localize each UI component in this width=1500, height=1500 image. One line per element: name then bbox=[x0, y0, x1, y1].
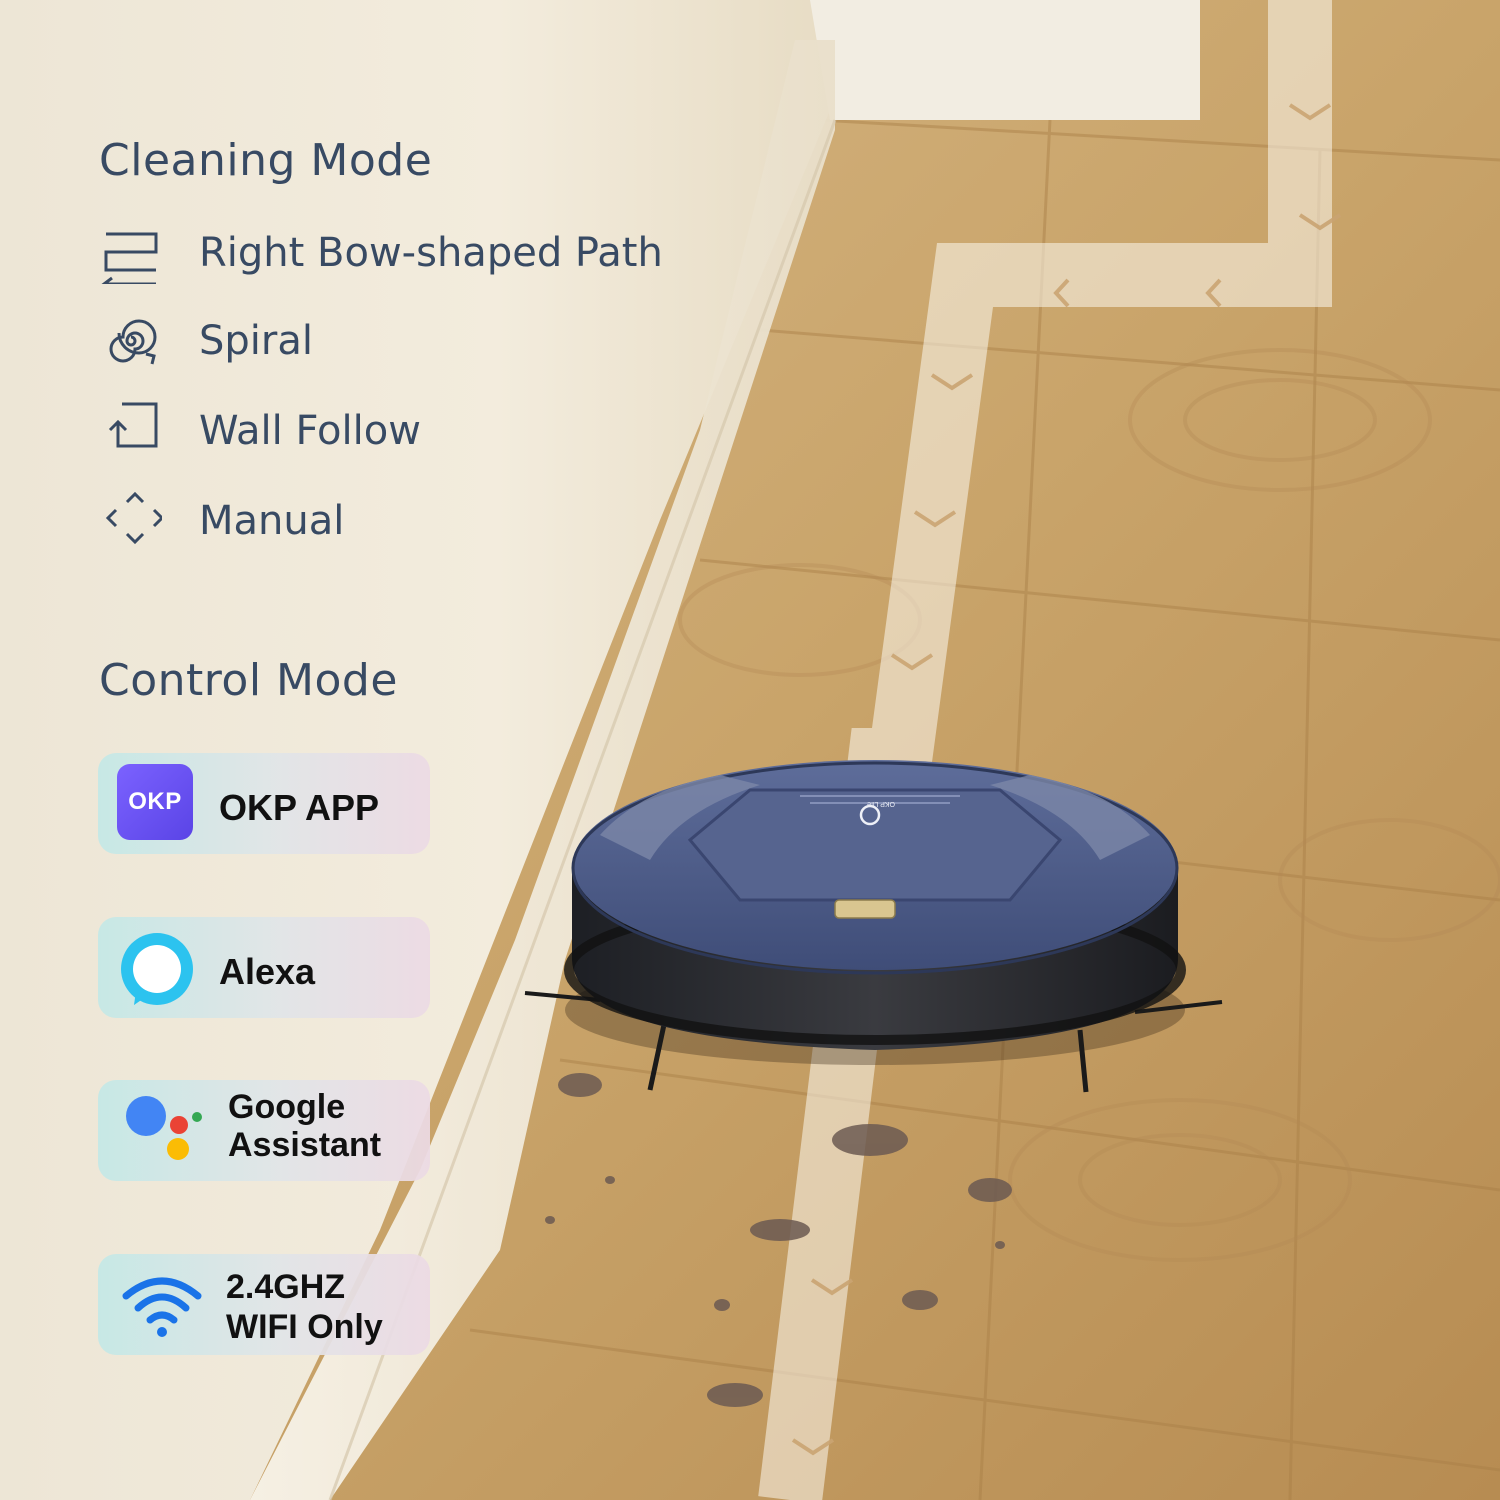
mode-item-spiral: Spiral bbox=[100, 310, 700, 380]
robot-brand-text: OKP Life bbox=[867, 800, 895, 807]
control-label-alexa: Alexa bbox=[219, 951, 316, 992]
bow-path-icon bbox=[101, 232, 158, 284]
mode-item-manual: Manual bbox=[100, 490, 700, 560]
mode-item-bow-path: Right Bow-shaped Path bbox=[100, 222, 700, 292]
spiral-icon bbox=[109, 319, 157, 365]
control-mode-title: Control Mode bbox=[99, 655, 398, 706]
wall-corner bbox=[810, 0, 1200, 120]
control-label-wifi-line1: 2.4GHZ bbox=[226, 1268, 346, 1306]
okp-app-logo: OKP bbox=[117, 764, 193, 840]
control-label-google-line2: Assistant bbox=[228, 1126, 382, 1164]
control-label-google-line1: Google bbox=[228, 1088, 346, 1126]
control-label-okp-app: OKP APP bbox=[219, 787, 380, 828]
mode-label-bow-path: Right Bow-shaped Path bbox=[199, 230, 663, 276]
manual-direction-icon bbox=[105, 491, 162, 545]
wifi-icon bbox=[122, 1277, 202, 1337]
google-assistant-icon bbox=[126, 1096, 202, 1160]
control-card-wifi: 2.4GHZ WIFI Only bbox=[98, 1254, 430, 1355]
control-card-alexa: Alexa bbox=[98, 917, 430, 1018]
mode-label-manual: Manual bbox=[199, 498, 345, 544]
wall-follow-icon bbox=[108, 402, 158, 448]
control-card-okp-app: OKP OKP APP bbox=[98, 753, 430, 854]
control-card-google-assistant: Google Assistant bbox=[98, 1080, 430, 1181]
cleaning-mode-title: Cleaning Mode bbox=[99, 135, 433, 186]
robot-vacuum: OKP Life bbox=[524, 760, 1223, 1093]
control-label-wifi-line2: WIFI Only bbox=[226, 1308, 383, 1346]
mode-item-wall-follow: Wall Follow bbox=[100, 400, 700, 470]
alexa-icon bbox=[121, 933, 193, 1005]
robot-button bbox=[834, 899, 896, 919]
mode-label-wall-follow: Wall Follow bbox=[199, 408, 421, 454]
mode-label-spiral: Spiral bbox=[199, 318, 313, 364]
